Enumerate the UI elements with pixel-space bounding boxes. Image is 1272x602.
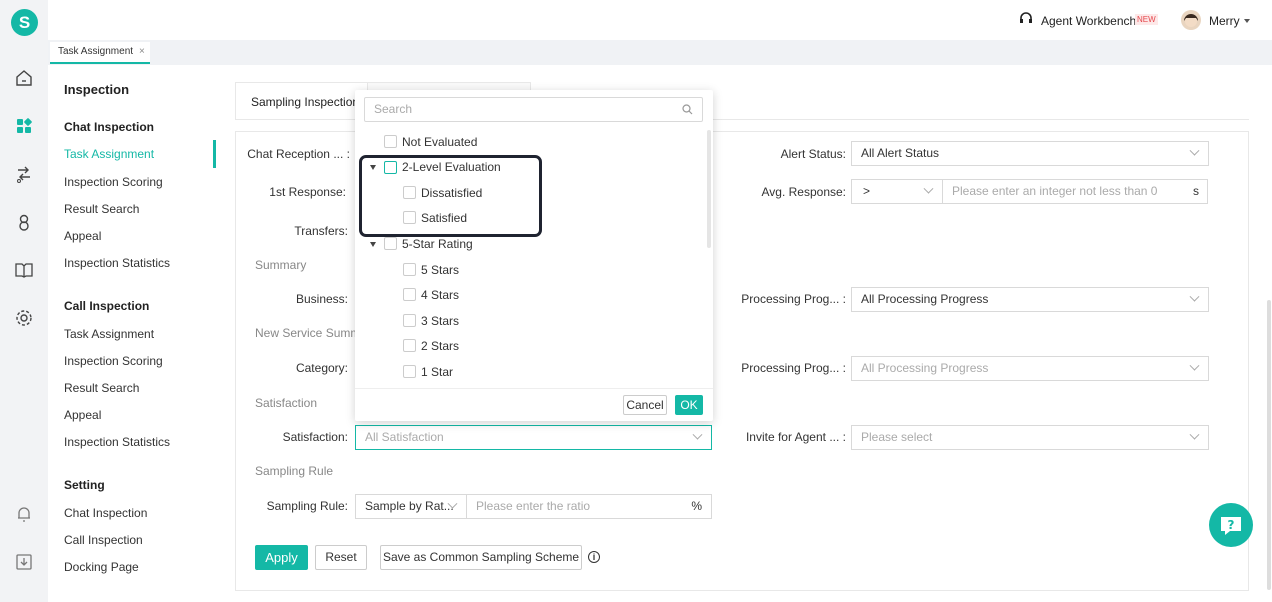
sidebar-group-chat: Chat Inspection [64,120,155,134]
checkbox-2-stars[interactable] [403,339,416,352]
sidebar-item-chat-inspection-statistics[interactable]: Inspection Statistics [64,256,170,270]
sidebar: Inspection Chat Inspection Task Assignme… [48,65,216,602]
app-logo[interactable]: S [11,9,38,36]
avg-response-input[interactable]: Please enter an integer not less than 0s [942,179,1208,204]
option-2-stars[interactable]: 2 Stars [421,339,459,353]
dropdown-divider [355,388,713,389]
checkbox-4-stars[interactable] [403,288,416,301]
close-icon[interactable]: × [139,46,145,57]
user-name[interactable]: Merry [1209,14,1240,28]
summary-section: Summary [255,258,307,272]
sidebar-item-setting-docking-page[interactable]: Docking Page [64,560,139,574]
invite-agent-select[interactable]: Please select [851,425,1209,450]
page-scrollbar[interactable] [1267,300,1271,590]
chevron-down-icon [1189,429,1200,440]
sidebar-group-setting: Setting [64,478,105,492]
agent-icon[interactable] [14,212,34,232]
processing-progress-select-2[interactable]: All Processing Progress [851,356,1209,381]
help-button[interactable]: ? [1209,503,1253,547]
chevron-down-icon [1189,291,1200,302]
search-icon [682,104,693,115]
avg-response-operator[interactable]: > [851,179,943,204]
dropdown-scrollbar[interactable] [707,130,711,248]
checkbox-3-stars[interactable] [403,314,416,327]
sidebar-title: Inspection [64,82,130,97]
agent-workbench-link[interactable]: Agent Workbench [1041,14,1136,28]
avg-response-label: Avg. Response: [761,185,847,199]
sidebar-item-setting-call-inspection[interactable]: Call Inspection [64,533,143,547]
sidebar-item-call-inspection-statistics[interactable]: Inspection Statistics [64,435,170,449]
sidebar-group-call: Call Inspection [64,299,150,313]
satisfaction-select[interactable]: All Satisfaction [355,425,712,450]
new-service-section: New Service Summa [255,326,355,340]
bell-icon[interactable] [14,504,34,524]
dropdown-search-input[interactable]: Search [364,97,703,122]
sidebar-item-call-inspection-scoring[interactable]: Inspection Scoring [64,354,163,368]
sampling-rule-section: Sampling Rule [255,464,334,478]
processing-progress-label: Processing Prog... : [741,292,846,306]
book-icon[interactable] [14,260,34,280]
new-badge: NEW [1135,14,1158,25]
sidebar-item-chat-result-search[interactable]: Result Search [64,202,139,216]
checkbox-1-star[interactable] [403,365,416,378]
option-1-star[interactable]: 1 Star [421,365,453,379]
chevron-down-icon [1189,145,1200,156]
category-label: Category: [295,361,348,375]
sidebar-item-chat-inspection-scoring[interactable]: Inspection Scoring [64,175,163,189]
chevron-down-icon [923,183,934,194]
routing-icon[interactable] [14,165,34,185]
processing-progress-select[interactable]: All Processing Progress [851,287,1209,312]
satisfaction-label: Satisfaction: [282,430,348,444]
sidebar-item-chat-task-assignment[interactable]: Task Assignment [64,147,154,161]
headset-icon [1019,12,1033,26]
satisfaction-dropdown: Search Not Evaluated 2-Level Evaluation … [355,90,713,421]
business-label: Business: [295,292,348,306]
sampling-ratio-input[interactable]: Please enter the ratio% [466,494,712,519]
sidebar-item-call-result-search[interactable]: Result Search [64,381,139,395]
sampling-rule-label: Sampling Rule: [266,499,348,513]
first-response-label: 1st Response: [269,185,346,199]
sampling-mode-select[interactable]: Sample by Rat... [355,494,467,519]
transfers-label: Transfers: [294,224,348,238]
expand-caret-icon[interactable] [370,242,376,247]
apply-button[interactable]: Apply [255,545,308,570]
sidebar-item-call-task-assignment[interactable]: Task Assignment [64,327,154,341]
highlight-box [359,155,542,237]
gear-icon[interactable] [14,308,34,328]
option-five-star[interactable]: 5-Star Rating [402,237,473,251]
tab-task-assignment[interactable]: Task Assignment × [50,42,150,64]
download-icon[interactable] [14,552,34,572]
alert-status-select[interactable]: All Alert Status [851,141,1209,166]
alert-status-label: Alert Status: [780,147,846,161]
avatar[interactable] [1181,10,1201,30]
ok-button[interactable]: OK [675,395,703,415]
checkbox-five-star[interactable] [384,237,397,250]
save-scheme-button[interactable]: Save as Common Sampling Scheme [380,545,582,570]
processing-progress-label-2: Processing Prog... : [741,361,846,375]
reset-button[interactable]: Reset [315,545,367,570]
dashboard-icon[interactable] [14,116,34,136]
checkbox-5-stars[interactable] [403,263,416,276]
home-icon[interactable] [14,68,34,88]
option-not-evaluated[interactable]: Not Evaluated [402,135,477,149]
option-5-stars[interactable]: 5 Stars [421,263,459,277]
cancel-button[interactable]: Cancel [623,395,667,415]
chevron-down-icon[interactable] [1244,19,1250,23]
checkbox-not-evaluated[interactable] [384,135,397,148]
svg-text:?: ? [1228,518,1235,532]
option-3-stars[interactable]: 3 Stars [421,314,459,328]
sidebar-item-setting-chat-inspection[interactable]: Chat Inspection [64,506,147,520]
satisfaction-section: Satisfaction [255,396,318,410]
sidebar-item-chat-appeal[interactable]: Appeal [64,229,101,243]
tab-sampling-inspection[interactable]: Sampling Inspection [236,83,368,120]
info-icon[interactable]: i [588,551,600,563]
tab-bar [48,40,1272,65]
chat-reception-label: Chat Reception ... : [247,147,350,161]
sidebar-item-call-appeal[interactable]: Appeal [64,408,101,422]
invite-agent-label: Invite for Agent ... : [745,430,846,444]
chevron-down-icon [1189,360,1200,371]
question-icon: ? [1221,517,1241,535]
option-4-stars[interactable]: 4 Stars [421,288,459,302]
